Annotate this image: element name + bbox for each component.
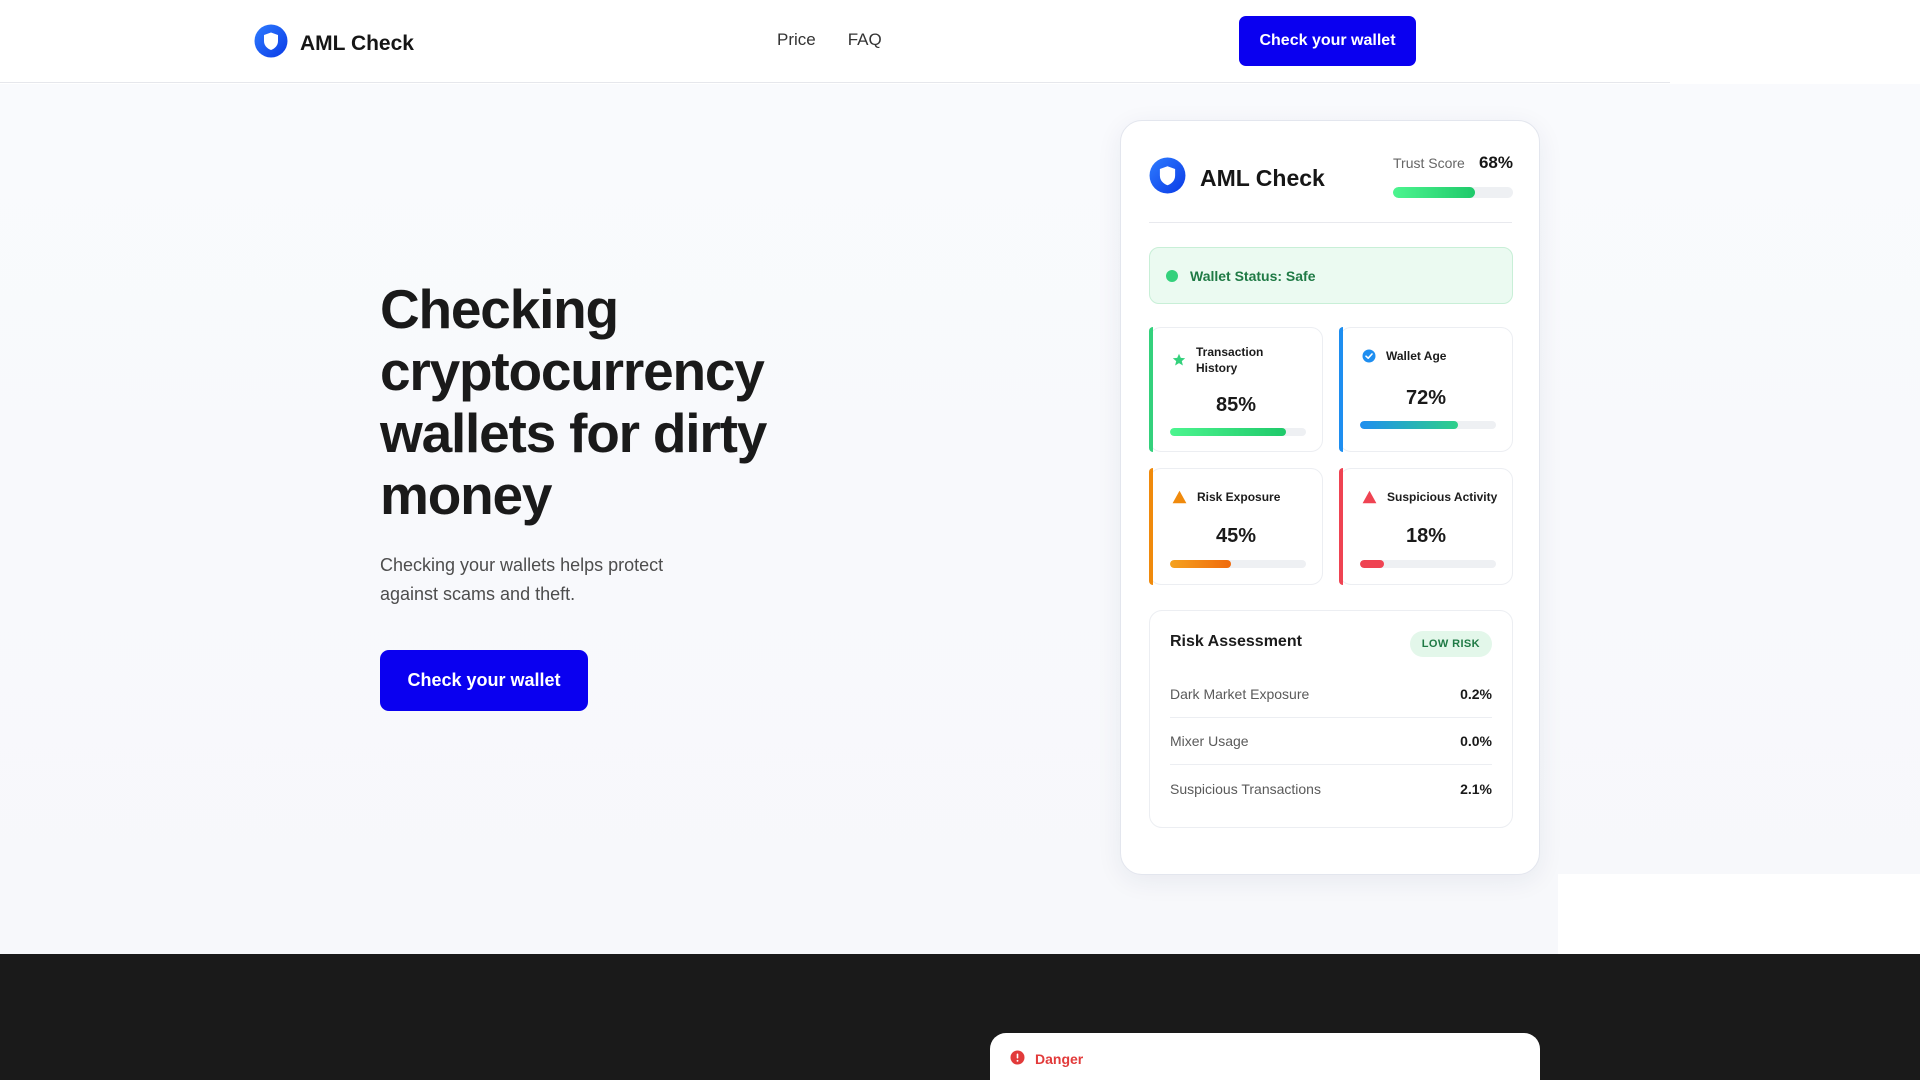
metric-label: Risk Exposure (1197, 490, 1281, 504)
wallet-status-banner: Wallet Status: Safe (1149, 247, 1513, 304)
alert-triangle-icon (1362, 490, 1377, 509)
metric-tile-suspicious-activity: Suspicious Activity 18% (1339, 468, 1513, 585)
logo-text: AML Check (300, 31, 414, 55)
risk-assessment-panel: Risk Assessment LOW RISK Dark Market Exp… (1149, 610, 1513, 828)
risk-row: Suspicious Transactions 2.1% (1170, 765, 1492, 812)
danger-label: Danger (1035, 1051, 1084, 1067)
nav-link-faq[interactable]: FAQ (848, 30, 882, 50)
metric-label: Wallet Age (1386, 349, 1447, 363)
hero-title: Checking cryptocurrency wallets for dirt… (380, 278, 767, 526)
danger-label-row: Danger (1010, 1050, 1083, 1068)
risk-row-label: Suspicious Transactions (1170, 780, 1321, 797)
metric-fill (1170, 428, 1286, 436)
card-brand: AML Check (1149, 157, 1325, 199)
metric-label: Transaction History (1196, 345, 1264, 375)
check-wallet-header-button[interactable]: Check your wallet (1239, 16, 1416, 66)
metric-fill (1360, 421, 1458, 429)
danger-alert-card: Danger (990, 1033, 1540, 1080)
logo[interactable]: AML Check (254, 24, 414, 63)
metric-label: Suspicious Activity (1387, 490, 1498, 504)
metric-fill (1360, 560, 1385, 568)
risk-row-value: 2.1% (1460, 780, 1492, 797)
metric-bar (1170, 560, 1306, 568)
risk-row-label: Mixer Usage (1170, 733, 1249, 749)
nav-link-price[interactable]: Price (777, 30, 816, 50)
metric-value: 85% (1215, 394, 1257, 416)
shield-icon (1149, 157, 1186, 199)
metric-tile-wallet-age: Wallet Age 72% (1339, 327, 1513, 452)
alert-circle-icon (1010, 1050, 1025, 1068)
main-nav: Price FAQ (777, 30, 882, 50)
metric-value: 18% (1405, 525, 1447, 547)
divider (1149, 222, 1512, 223)
metric-value: 72% (1405, 387, 1447, 409)
site-header: AML Check Price FAQ Check your wallet (0, 0, 1670, 83)
risk-row: Mixer Usage 0.0% (1170, 718, 1492, 765)
risk-level-badge: LOW RISK (1409, 631, 1492, 657)
wallet-status-text: Wallet Status: Safe (1190, 267, 1316, 284)
aml-dashboard-card: AML Check Trust Score 68% Wallet Status:… (1120, 120, 1540, 875)
metric-value: 45% (1215, 525, 1257, 547)
hero-subtitle: Checking your wallets helps protect agai… (380, 555, 664, 604)
metric-tile-risk-exposure: Risk Exposure 45% (1149, 468, 1323, 585)
risk-assessment-title: Risk Assessment (1170, 633, 1302, 650)
star-icon (1172, 353, 1186, 372)
metric-fill (1170, 560, 1232, 568)
warning-icon (1172, 490, 1187, 509)
risk-row-label: Dark Market Exposure (1170, 686, 1310, 702)
check-badge-icon (1362, 349, 1376, 368)
trust-score: Trust Score 68% (1393, 153, 1513, 198)
risk-row-value: 0.0% (1460, 733, 1492, 749)
risk-row-value: 0.2% (1460, 686, 1492, 702)
metric-bar (1360, 421, 1496, 429)
status-dot-icon (1166, 269, 1178, 282)
metric-bar (1360, 560, 1496, 568)
trust-score-bar (1393, 187, 1513, 198)
trust-score-label: Trust Score (1393, 155, 1465, 171)
risk-row: Dark Market Exposure 0.2% (1170, 671, 1492, 718)
metric-tile-transaction-history: Transaction History 85% (1149, 327, 1323, 452)
dark-section (0, 954, 1920, 1080)
hero-edge (1558, 874, 1920, 954)
card-brand-text: AML Check (1200, 164, 1325, 191)
hero-section (0, 84, 1920, 954)
trust-score-value: 68% (1478, 153, 1513, 172)
check-wallet-hero-button[interactable]: Check your wallet (380, 650, 588, 711)
trust-score-fill (1393, 187, 1475, 198)
shield-icon (254, 24, 288, 63)
metric-bar (1170, 428, 1306, 436)
